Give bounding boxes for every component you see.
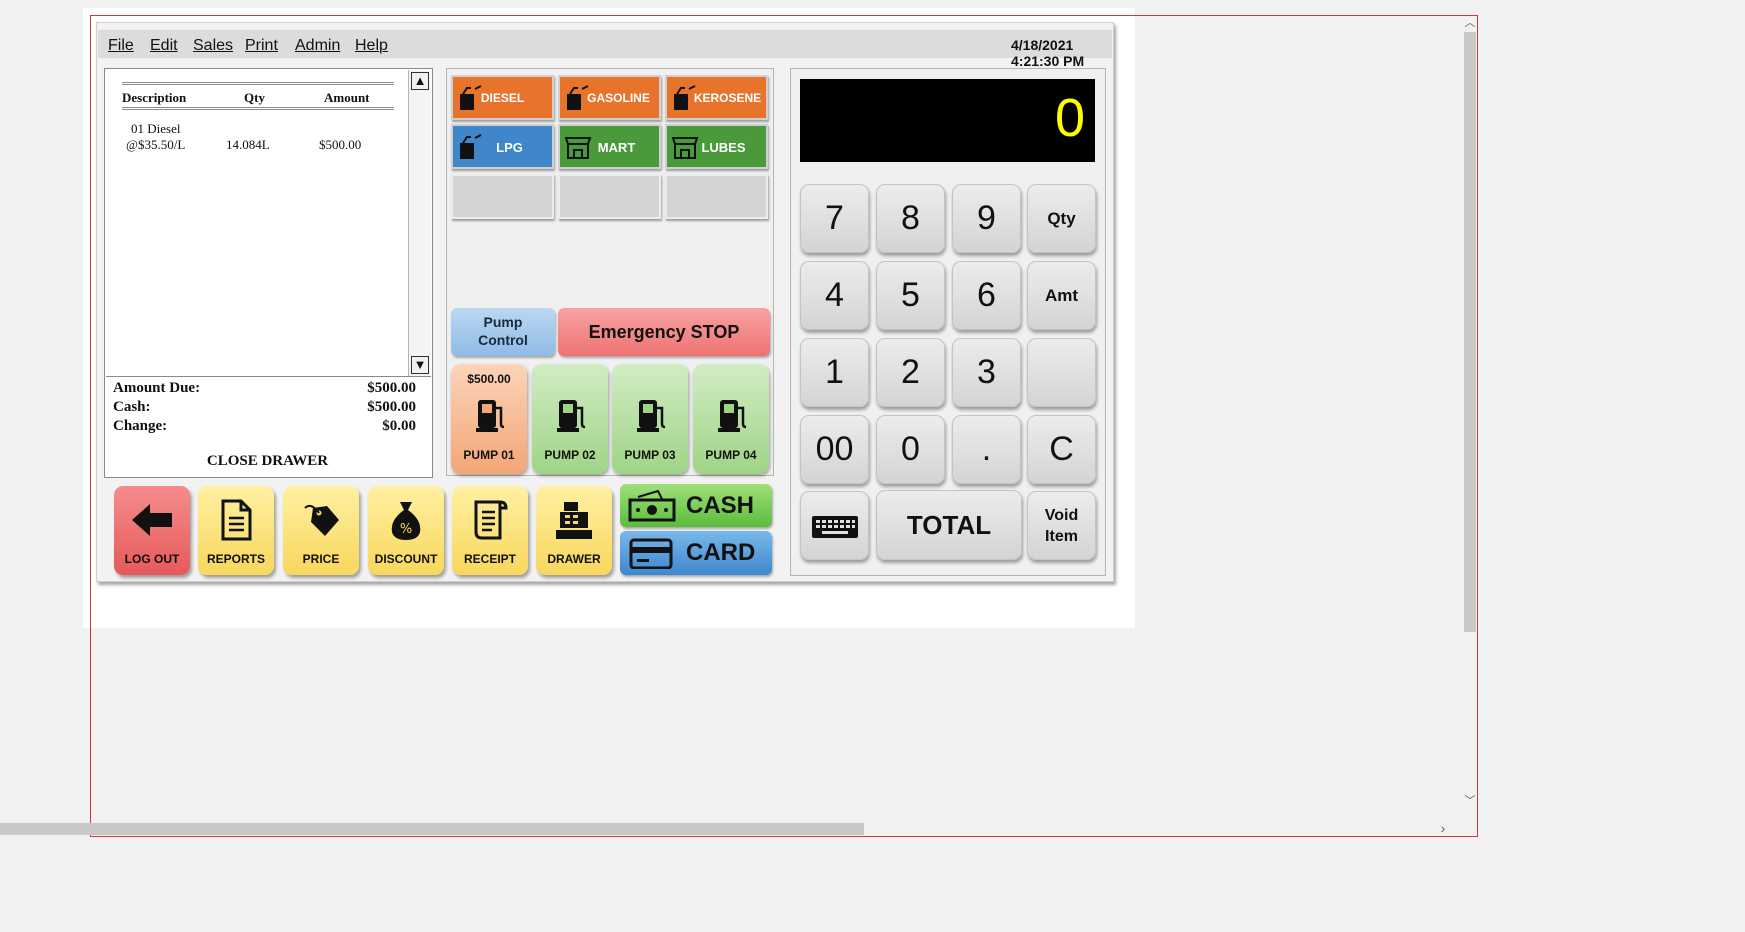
horizontal-scrollbar[interactable] [0, 822, 1462, 836]
selection-frame [90, 15, 1478, 837]
vertical-scroll-thumb[interactable] [1464, 32, 1476, 632]
chevron-up-icon[interactable]: ︿ [1463, 16, 1477, 30]
horizontal-scroll-thumb[interactable] [0, 823, 864, 835]
chevron-right-icon[interactable]: › [1436, 820, 1450, 836]
chevron-down-icon[interactable]: ﹀ [1463, 794, 1477, 808]
vertical-scrollbar[interactable]: ︿ ﹀ [1463, 16, 1477, 836]
